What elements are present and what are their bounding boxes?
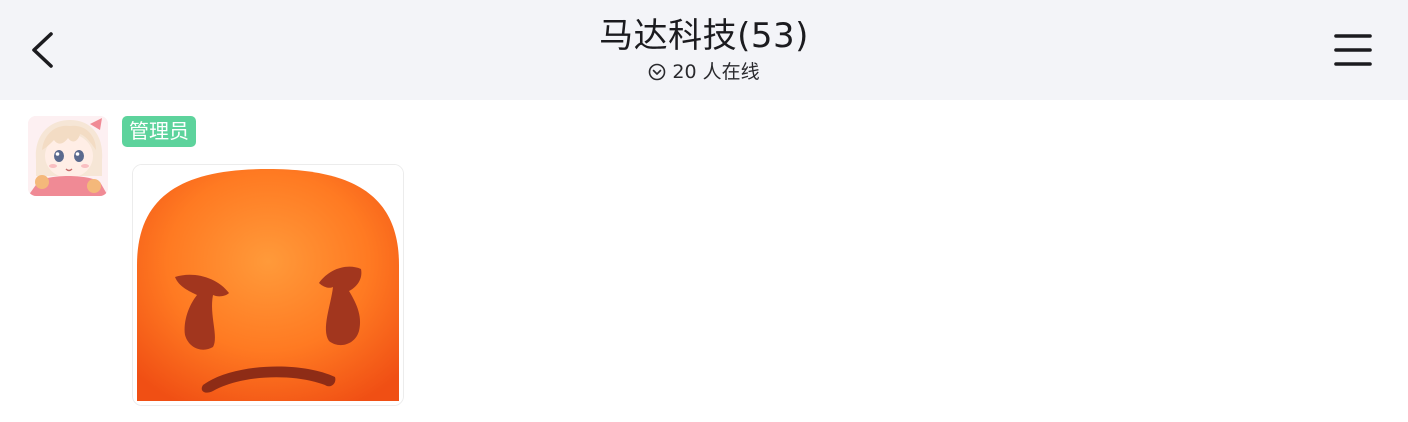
admin-role-badge: 管理员 <box>122 116 196 147</box>
angry-face-emoji-icon <box>133 165 403 405</box>
anime-girl-avatar-icon <box>28 116 108 196</box>
group-title: 马达科技(53) <box>599 16 809 56</box>
avatar[interactable] <box>28 116 108 196</box>
chat-title-area[interactable]: 马达科技(53) 20 人在线 <box>0 14 1408 85</box>
chat-header: 马达科技(53) 20 人在线 <box>0 0 1408 100</box>
sticker-message[interactable] <box>132 164 404 406</box>
circle-chevron-down-icon <box>648 63 666 81</box>
online-status[interactable]: 20 人在线 <box>648 60 760 84</box>
hamburger-menu-icon <box>1334 34 1372 66</box>
menu-button[interactable] <box>1328 28 1378 72</box>
online-count: 20 人在线 <box>672 61 760 83</box>
